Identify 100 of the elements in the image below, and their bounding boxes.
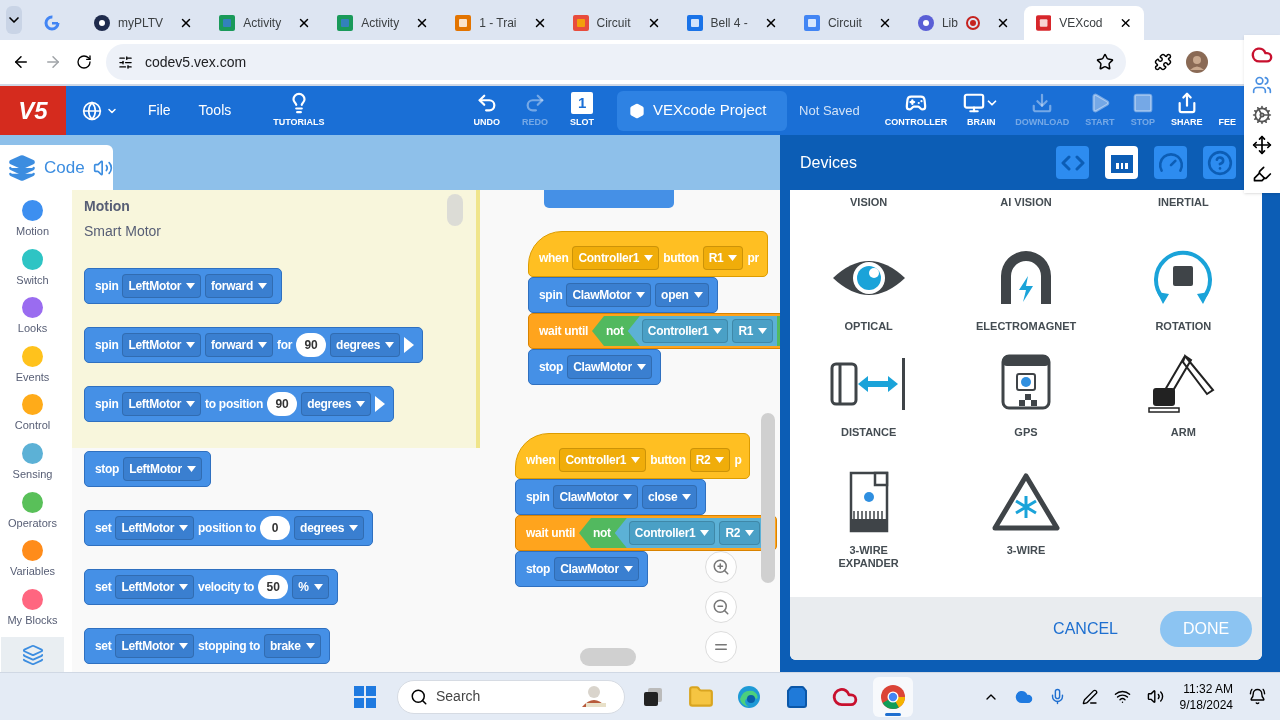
block-dropdown[interactable]: % (292, 575, 329, 599)
block-dropdown[interactable]: LeftMotor (122, 274, 202, 298)
code-block[interactable]: stop ClawMotor (528, 349, 661, 385)
category-item[interactable]: Control (14, 394, 51, 443)
category-item[interactable]: Switch (16, 248, 49, 298)
browser-tab[interactable]: Circuit (791, 6, 904, 40)
category-item[interactable]: Looks (17, 297, 48, 346)
code-block[interactable]: spin LeftMotor forward (84, 268, 282, 304)
browser-tab[interactable]: VEXcod (1023, 6, 1144, 40)
toolbar-button[interactable]: CONTROLLER (876, 86, 956, 135)
code-block[interactable]: stop ClawMotor (515, 551, 648, 587)
block-dropdown[interactable]: close (642, 485, 698, 509)
device-tile[interactable]: VISION (790, 196, 948, 230)
category-item[interactable]: Operators (8, 491, 57, 541)
code-block[interactable]: spin ClawMotor open (528, 277, 718, 313)
code-block[interactable]: spin LeftMotor forward for 90 degrees (84, 327, 424, 363)
number-input[interactable]: 90 (267, 392, 298, 416)
toolbar-button[interactable]: TUTORIALS (265, 86, 333, 135)
category-item[interactable]: Variables (9, 540, 55, 589)
browser-tab[interactable]: Activity (207, 6, 324, 40)
bookmark-star-icon[interactable] (1096, 53, 1114, 71)
toolbar-button[interactable]: UNDO (465, 86, 509, 135)
device-tile[interactable]: GPS (947, 348, 1105, 466)
block-dropdown[interactable]: Controller1 (641, 319, 729, 343)
zoom-in-button[interactable] (705, 551, 737, 583)
device-tile[interactable]: 3-WIRE EXPANDER (790, 466, 948, 584)
number-input[interactable]: 90 (296, 333, 327, 357)
code-tab[interactable]: Code (0, 145, 113, 190)
move-arrows-icon[interactable] (1252, 134, 1272, 155)
start-icon[interactable] (353, 684, 377, 709)
site-info-icon[interactable] (118, 54, 133, 70)
block-dropdown[interactable]: ClawMotor (566, 283, 652, 307)
browser-tab[interactable]: Lib (905, 6, 1022, 40)
code-block[interactable]: wait until not Controller1 R2 (515, 515, 778, 551)
tab-list-button[interactable] (6, 6, 22, 34)
toolbar-button[interactable]: 1 SLOT (562, 86, 603, 135)
block-dropdown[interactable]: LeftMotor (122, 392, 202, 416)
code-block[interactable]: spin LeftMotor to position 90 degrees (84, 386, 395, 422)
toolbar-button[interactable]: FEE (1210, 86, 1244, 135)
category-item[interactable]: Sensing (12, 442, 53, 492)
device-tile[interactable]: ARM (1104, 348, 1262, 466)
block-dropdown[interactable]: LeftMotor (115, 575, 195, 599)
block-dropdown[interactable]: LeftMotor (123, 457, 202, 481)
settings-icon[interactable] (1252, 105, 1272, 125)
block-dropdown[interactable]: ClawMotor (567, 355, 652, 379)
panel-tab[interactable] (1105, 146, 1138, 179)
speaker-icon[interactable] (92, 157, 113, 178)
code-block[interactable]: stop LeftMotor (84, 451, 211, 487)
horizontal-scrollbar[interactable] (580, 648, 636, 666)
block-dropdown[interactable]: R1 (732, 319, 774, 343)
code-block[interactable]: set LeftMotor stopping to brake (84, 628, 330, 664)
block-dropdown[interactable]: forward (205, 274, 273, 298)
browser-tab[interactable]: Circuit (560, 6, 673, 40)
code-block[interactable]: wait until not Controller1 R1 (528, 313, 780, 349)
block-dropdown[interactable]: open (655, 283, 709, 307)
browser-tab[interactable]: Bell 4 - (674, 6, 790, 40)
browser-tab[interactable]: Activity (325, 6, 442, 40)
extensions-button[interactable] (1, 637, 64, 672)
menu-item[interactable]: Tools (184, 86, 246, 135)
volume-icon[interactable] (1146, 688, 1164, 705)
zoom-reset-button[interactable] (705, 631, 737, 663)
category-item[interactable]: My Blocks (7, 588, 58, 638)
back-icon[interactable] (12, 53, 30, 71)
category-item[interactable]: Motion (16, 200, 49, 249)
number-input[interactable]: 50 (258, 575, 289, 599)
cancel-button[interactable]: CANCEL (1053, 616, 1118, 641)
play-arrow-icon[interactable] (404, 337, 415, 353)
device-tile[interactable]: AI VISION (947, 196, 1105, 230)
block-dropdown[interactable]: ClawMotor (553, 485, 639, 509)
palette-scrollbar[interactable] (447, 194, 463, 226)
device-tile[interactable]: ELECTROMAGNET (947, 230, 1105, 348)
block-dropdown[interactable]: LeftMotor (115, 516, 195, 540)
category-item[interactable]: Events (15, 345, 50, 395)
zoom-out-button[interactable] (705, 591, 737, 623)
block-dropdown[interactable]: ClawMotor (554, 557, 639, 581)
browser-tab[interactable]: myPLTV (82, 6, 206, 40)
code-block[interactable]: set LeftMotor velocity to 50 % (84, 569, 338, 605)
menu-item[interactable]: File (134, 86, 185, 135)
pen-icon[interactable] (1081, 688, 1098, 705)
address-bar[interactable]: codev5.vex.com (106, 44, 1126, 80)
browser-tab[interactable]: 1 - Trai (443, 6, 559, 40)
block-dropdown[interactable]: degrees (301, 392, 372, 416)
profile-avatar[interactable] (1186, 51, 1208, 73)
block-dropdown[interactable]: forward (205, 333, 273, 357)
code-block[interactable]: spin ClawMotor close (515, 479, 707, 515)
reload-icon[interactable] (76, 54, 92, 70)
block-dropdown[interactable]: Controller1 (628, 521, 716, 545)
number-input[interactable]: 0 (260, 516, 291, 540)
device-tile[interactable]: ROTATION (1104, 230, 1262, 348)
toolbar-button[interactable]: SHARE (1162, 86, 1211, 135)
project-name-field[interactable]: VEXcode Project (617, 90, 788, 131)
block-dropdown[interactable]: degrees (294, 516, 365, 540)
block-dropdown[interactable]: LeftMotor (122, 333, 202, 357)
notification-bell-icon[interactable] (1249, 688, 1266, 705)
block-dropdown[interactable]: degrees (330, 333, 401, 357)
block-dropdown[interactable]: brake (264, 634, 321, 658)
device-tile[interactable]: INERTIAL (1104, 196, 1262, 230)
clock-date[interactable]: 9/18/2024 (1179, 696, 1233, 713)
vertical-scrollbar[interactable] (761, 413, 775, 583)
toolbar-button[interactable]: BRAIN (955, 86, 1008, 135)
